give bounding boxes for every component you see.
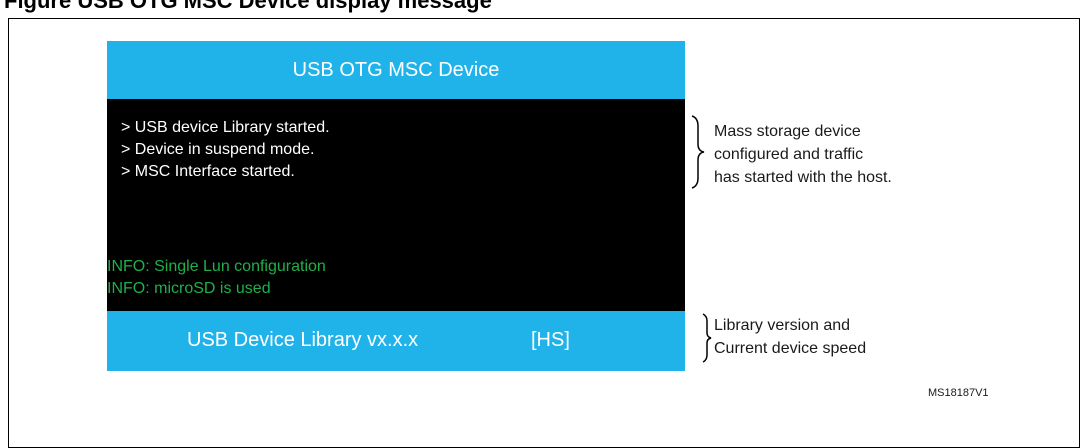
annotation-line: Mass storage device	[714, 123, 861, 140]
log-line: > Device in suspend mode.	[121, 141, 315, 158]
figure-caption-text: Figure USB OTG MSC Device display messag…	[4, 0, 492, 13]
brace-icon	[702, 313, 712, 363]
annotation-library-speed: Library version and Current device speed	[714, 314, 866, 360]
annotation-line: configured and traffic	[714, 146, 864, 163]
info-list: INFO: Single Lun configuration INFO: mic…	[107, 256, 326, 300]
reference-code-text: MS18187V1	[928, 387, 989, 399]
lcd-message-area: > USB device Library started. > Device i…	[107, 99, 685, 313]
info-line: INFO: microSD is used	[107, 280, 271, 297]
library-version-label: USB Device Library vx.x.x	[187, 329, 419, 351]
lcd-header-bar: USB OTG MSC Device	[107, 41, 685, 99]
annotation-traffic-started: Mass storage device configured and traff…	[714, 120, 892, 189]
lcd-header-title: USB OTG MSC Device	[292, 58, 500, 81]
lcd-screen: USB OTG MSC Device > USB device Library …	[107, 41, 685, 371]
log-line: > USB device Library started.	[121, 119, 330, 136]
device-speed-label: [HS]	[531, 329, 570, 351]
lcd-footer-bar: USB Device Library vx.x.x [HS]	[107, 311, 685, 371]
annotation-line: Current device speed	[714, 340, 867, 357]
figure-caption: Figure USB OTG MSC Device display messag…	[4, 0, 492, 14]
figure-reference-code: MS18187V1	[928, 387, 989, 399]
annotation-line: Library version and	[714, 317, 851, 334]
log-line: > MSC Interface started.	[121, 163, 295, 180]
brace-icon	[691, 115, 705, 189]
log-list: > USB device Library started. > Device i…	[121, 117, 330, 183]
annotation-line: has started with the host.	[714, 169, 892, 186]
info-line: INFO: Single Lun configuration	[107, 258, 326, 275]
